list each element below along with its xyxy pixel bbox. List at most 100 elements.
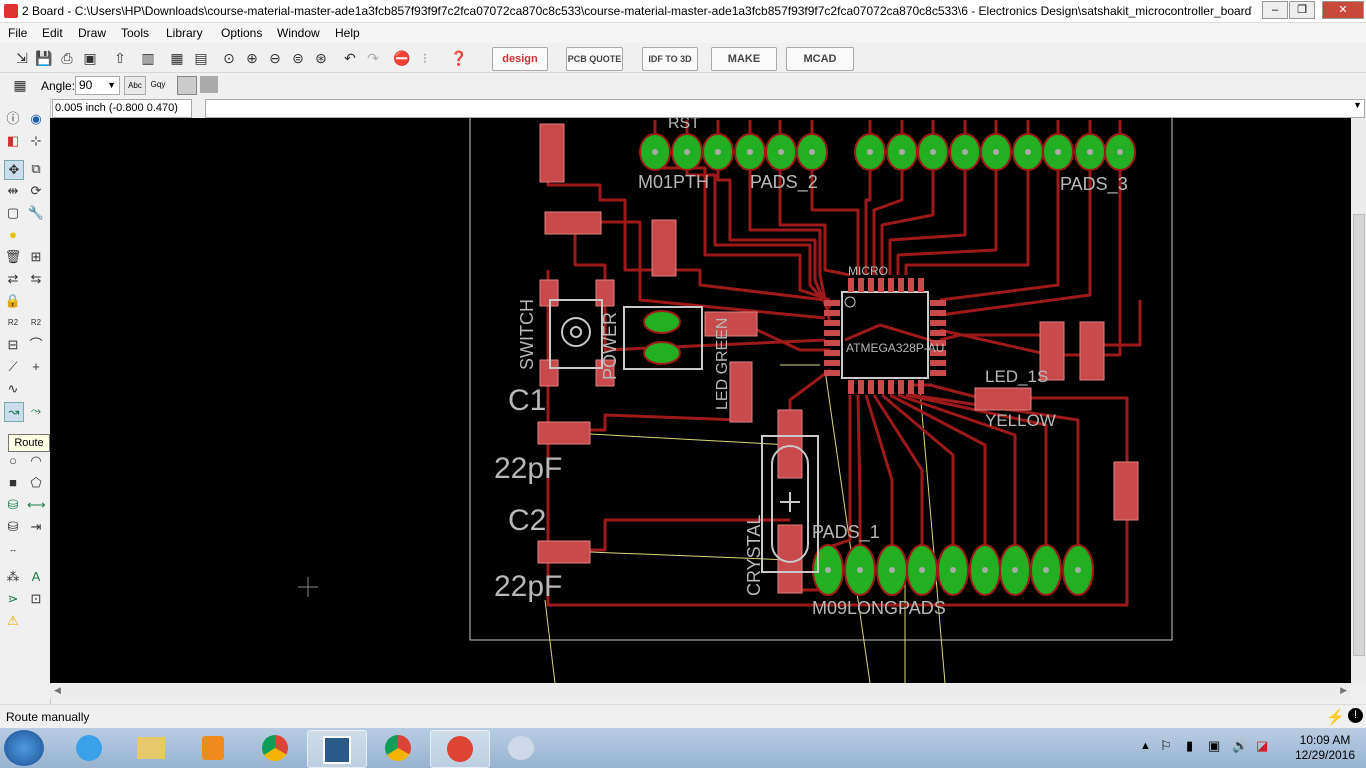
lock-icon[interactable]: 🔒: [4, 292, 22, 310]
start-button[interactable]: [4, 730, 44, 766]
mark-icon[interactable]: ⊹: [27, 132, 45, 150]
warning-icon[interactable]: ⚠: [4, 612, 22, 630]
eagle-taskbar-icon[interactable]: [430, 730, 490, 768]
delete-icon[interactable]: 🗑: [4, 248, 22, 266]
scroll-right-icon[interactable]: ▶: [1340, 685, 1347, 696]
wrench-icon[interactable]: 🔧: [27, 204, 45, 222]
go-icon[interactable]: ⁝: [415, 49, 435, 67]
zoom-out-icon[interactable]: ⊖: [265, 49, 285, 67]
chrome-2-taskbar-icon[interactable]: [369, 730, 427, 766]
zoom-fit-icon[interactable]: ⊙: [219, 49, 239, 67]
grid-icon[interactable]: ▦: [10, 76, 30, 94]
make-button[interactable]: MAKE: [711, 47, 777, 71]
save-icon[interactable]: 💾: [34, 49, 54, 67]
menu-file[interactable]: File: [8, 26, 27, 40]
drc-icon[interactable]: ▦: [167, 49, 187, 67]
pcb-quote-button[interactable]: PCB QUOTE: [566, 47, 623, 71]
ratsnest-icon[interactable]: ⇥: [27, 518, 45, 536]
menu-draw[interactable]: Draw: [78, 26, 106, 40]
undo-icon[interactable]: ↶: [340, 49, 360, 67]
circle-icon[interactable]: ○: [4, 452, 22, 470]
move-icon[interactable]: ✥: [4, 160, 24, 180]
mirror-icon[interactable]: ⇹: [4, 182, 22, 200]
group-icon[interactable]: ▢: [4, 204, 22, 222]
replace-icon[interactable]: ⇄: [4, 270, 22, 288]
arc-icon[interactable]: ◠: [27, 452, 45, 470]
copy-icon[interactable]: ⧉: [27, 160, 45, 178]
layer-icon[interactable]: ▤: [191, 49, 211, 67]
taskbar-clock[interactable]: 10:09 AM 12/29/2016: [1290, 733, 1360, 763]
tray-expand-icon[interactable]: ▲: [1140, 740, 1151, 752]
paste-icon[interactable]: ●: [4, 226, 22, 244]
ulp-icon[interactable]: ▥: [138, 49, 158, 67]
media-taskbar-icon[interactable]: [184, 730, 242, 766]
menu-tools[interactable]: Tools: [121, 26, 149, 40]
command-input[interactable]: [205, 99, 1365, 118]
layout-mode-2-button[interactable]: [200, 76, 218, 93]
drc-check-icon[interactable]: ⋗: [4, 590, 22, 608]
text-icon[interactable]: A: [27, 568, 45, 586]
menu-library[interactable]: Library: [166, 26, 203, 40]
network-icon[interactable]: ▣: [1208, 738, 1220, 754]
hole-icon[interactable]: ⛁: [4, 518, 22, 536]
display-icon[interactable]: ◧: [4, 132, 22, 150]
rotate-icon[interactable]: ⟳: [27, 182, 45, 200]
rect-icon[interactable]: ■: [4, 474, 22, 492]
explorer-taskbar-icon[interactable]: [122, 730, 180, 766]
errors-icon[interactable]: ⊡: [27, 590, 45, 608]
angle-select[interactable]: 90 ▼: [75, 76, 120, 95]
stop-status-icon[interactable]: !: [1348, 708, 1363, 723]
zoom-select-icon[interactable]: ⊛: [311, 49, 331, 67]
miter-icon[interactable]: ⌒: [27, 336, 45, 354]
antivirus-icon[interactable]: ◪: [1256, 738, 1268, 754]
script-icon[interactable]: ⇧: [110, 49, 130, 67]
horizontal-scrollbar[interactable]: ◀ ▶: [50, 684, 1351, 699]
maximize-button[interactable]: ❐: [1289, 1, 1315, 19]
board-canvas[interactable]: RST M01PTH PADS_2 PADS_3 MICRO ATMEGA328…: [50, 118, 1351, 683]
autoroute-icon[interactable]: ⤳: [27, 402, 45, 420]
paint-taskbar-icon[interactable]: [492, 730, 550, 766]
polygon-icon[interactable]: ⬠: [27, 474, 45, 492]
flag-icon[interactable]: ⚐: [1160, 738, 1172, 754]
mcad-button[interactable]: MCAD: [786, 47, 854, 71]
menu-options[interactable]: Options: [221, 26, 262, 40]
command-history-chevron-icon[interactable]: ▼: [1353, 100, 1362, 110]
redo-icon[interactable]: ↷: [363, 49, 383, 67]
zoom-redraw-icon[interactable]: ⊜: [288, 49, 308, 67]
design-link-button[interactable]: design link: [492, 47, 548, 87]
name-icon[interactable]: R2: [4, 314, 22, 332]
optimize-icon[interactable]: +: [27, 358, 45, 376]
dimension-icon[interactable]: ↔: [4, 540, 22, 558]
close-button[interactable]: ✕: [1322, 1, 1364, 19]
print-icon[interactable]: ⎙: [57, 49, 77, 67]
pinswap-icon[interactable]: ⇆: [27, 270, 45, 288]
signal-icon[interactable]: ⟷: [27, 496, 46, 514]
stop-icon[interactable]: ⛔: [392, 49, 412, 67]
show-icon[interactable]: ◉: [27, 110, 45, 128]
add-icon[interactable]: ⊞: [27, 248, 45, 266]
zoom-in-icon[interactable]: ⊕: [242, 49, 262, 67]
vertical-scroll-thumb[interactable]: [1353, 214, 1365, 656]
layout-mode-1-button[interactable]: [177, 76, 197, 95]
cam-icon[interactable]: ▣: [80, 49, 100, 67]
value-icon[interactable]: R2: [27, 314, 45, 332]
open-icon[interactable]: ⇲: [12, 49, 32, 67]
scroll-left-icon[interactable]: ◀: [54, 685, 61, 696]
brackets-taskbar-icon[interactable]: [307, 730, 367, 768]
menu-window[interactable]: Window: [277, 26, 320, 40]
minimize-button[interactable]: –: [1262, 1, 1288, 19]
menu-help[interactable]: Help: [335, 26, 360, 40]
text-orientation-button[interactable]: Abc: [124, 76, 146, 95]
text-mirror-button[interactable]: Gqy: [148, 76, 168, 93]
via-icon[interactable]: ⛁: [4, 496, 22, 514]
info-icon[interactable]: ⓘ: [4, 110, 22, 128]
volume-icon[interactable]: 🔊: [1232, 738, 1248, 754]
menu-edit[interactable]: Edit: [42, 26, 63, 40]
split-icon[interactable]: ⟋: [4, 358, 22, 376]
attribute-icon[interactable]: ⁂: [4, 568, 22, 586]
meander-icon[interactable]: ∿: [4, 380, 22, 398]
smash-icon[interactable]: ⊟: [4, 336, 22, 354]
chrome-taskbar-icon[interactable]: [246, 730, 304, 766]
idf-to-3d-button[interactable]: IDF TO 3D: [642, 47, 698, 71]
battery-icon[interactable]: ▮: [1186, 738, 1193, 754]
